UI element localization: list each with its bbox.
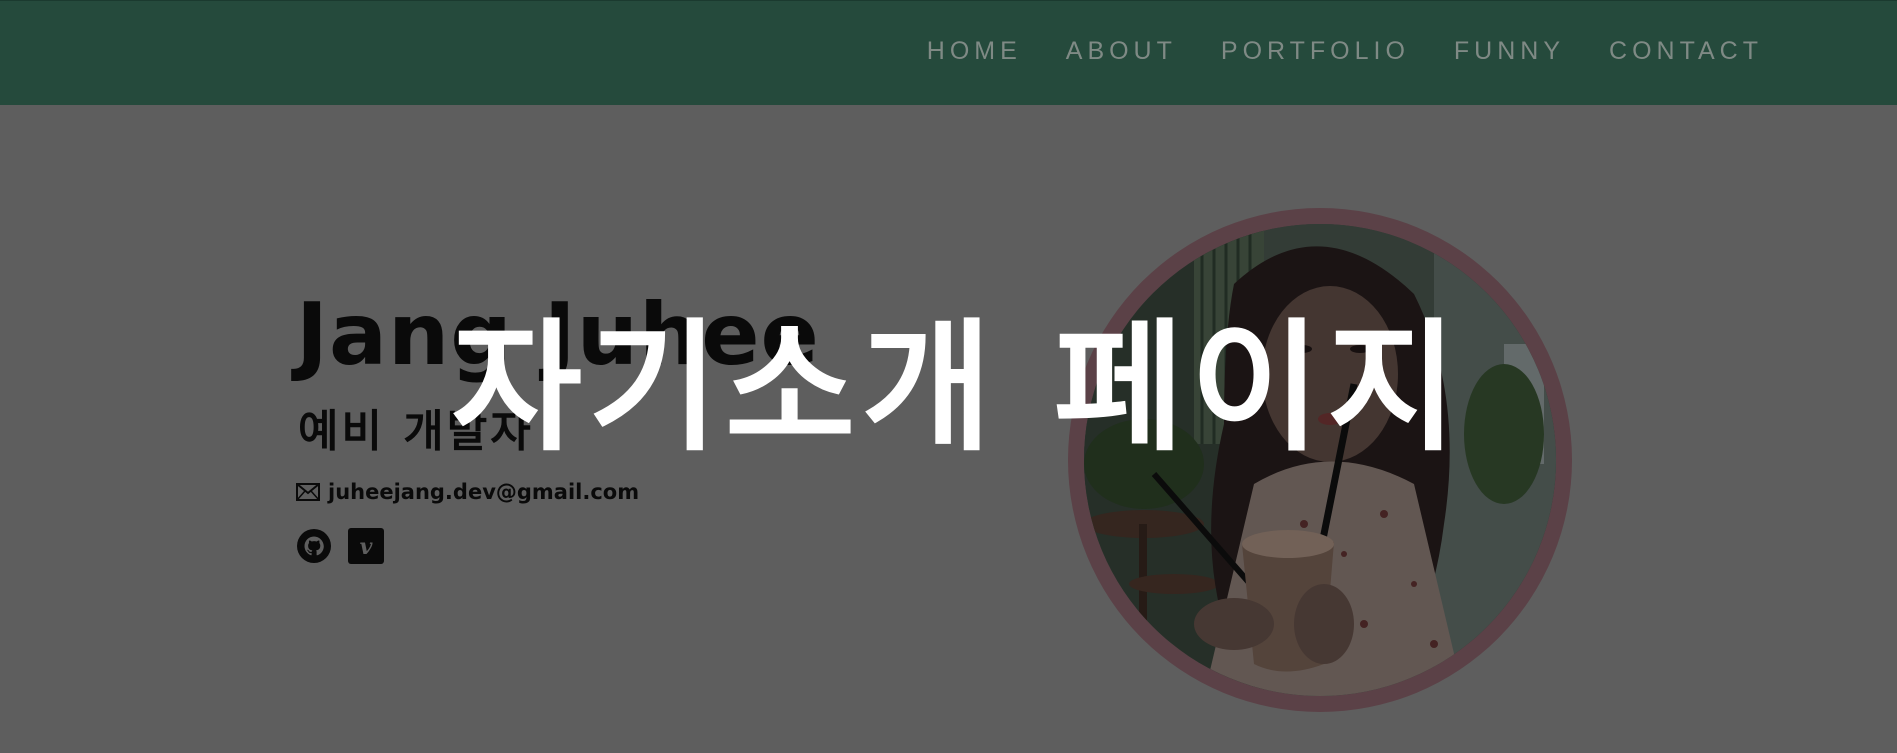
email-link[interactable]: juheejang.dev@gmail.com xyxy=(328,480,639,504)
nav-item-about[interactable]: ABOUT xyxy=(1066,37,1177,66)
nav-item-contact[interactable]: CONTACT xyxy=(1609,37,1763,66)
github-icon[interactable] xyxy=(296,528,332,564)
overlay-title: 자기소개 페이지 xyxy=(451,306,1464,471)
nav-item-portfolio[interactable]: PORTFOLIO xyxy=(1221,37,1410,66)
email-row: juheejang.dev@gmail.com xyxy=(296,480,639,504)
vimeo-icon[interactable]: v xyxy=(348,528,384,564)
top-navbar: HOME ABOUT PORTFOLIO FUNNY CONTACT xyxy=(0,0,1897,105)
nav-item-home[interactable]: HOME xyxy=(927,37,1022,66)
nav-menu: HOME ABOUT PORTFOLIO FUNNY CONTACT xyxy=(883,37,1763,66)
svg-text:v: v xyxy=(360,534,373,560)
social-links: v xyxy=(296,528,384,564)
mail-icon xyxy=(296,482,320,502)
nav-item-funny[interactable]: FUNNY xyxy=(1454,37,1565,66)
page: HOME ABOUT PORTFOLIO FUNNY CONTACT Jang … xyxy=(0,0,1897,753)
